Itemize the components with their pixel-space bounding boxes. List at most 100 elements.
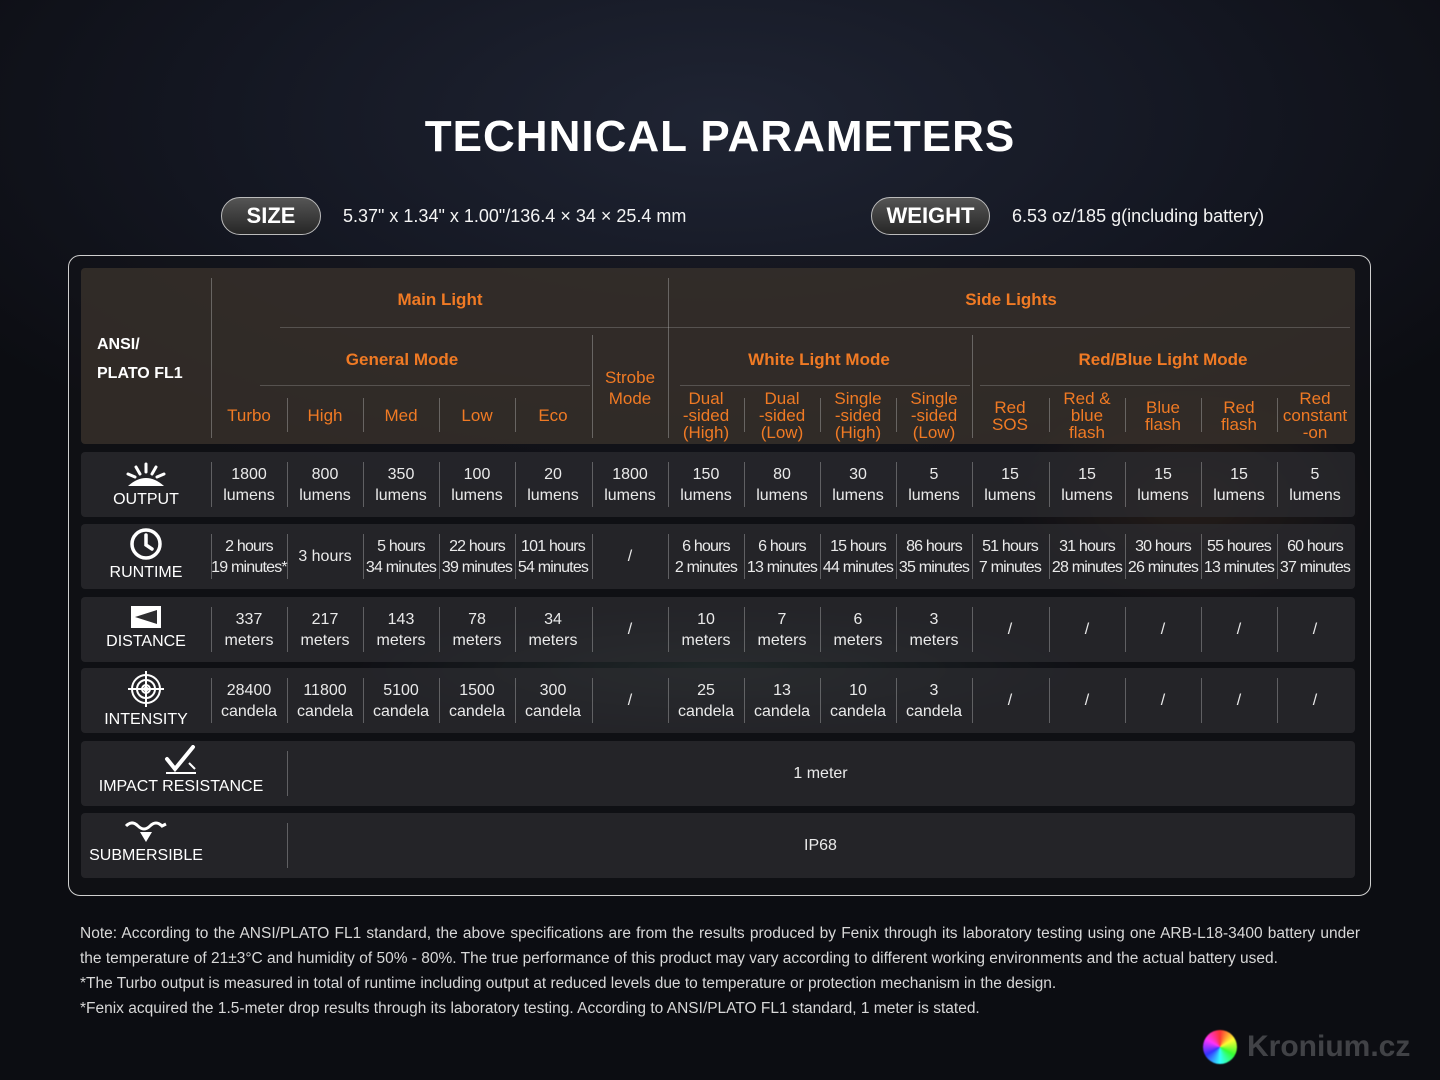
row-divider (744, 462, 745, 507)
distance-cell: 6 meters (833, 610, 883, 649)
row-divider (1125, 678, 1126, 723)
row-divider (1201, 462, 1202, 507)
output-cell: 5 lumens (908, 465, 960, 504)
runtime-cell: 2 hours 19 minutes* (211, 537, 288, 576)
clock-icon (130, 528, 162, 560)
output-cell: 80 lumens (756, 465, 808, 504)
row-divider (1049, 607, 1050, 652)
output-cell: 15 lumens (1213, 465, 1265, 504)
header-rule (680, 385, 970, 386)
runtime-label: RUNTIME (81, 527, 211, 582)
header-rule (670, 327, 1350, 328)
row-divider (363, 607, 364, 652)
column-divider (363, 398, 364, 432)
row-divider (1277, 534, 1278, 579)
column-divider (1049, 398, 1050, 432)
intensity-cell: / (1160, 692, 1166, 709)
column-divider (744, 398, 745, 432)
turbo-footnote: *The Turbo output is measured in total o… (80, 975, 1057, 992)
standard-label: ANSI/ PLATO FL1 (97, 336, 183, 382)
row-divider (896, 678, 897, 723)
intensity-cell: 5100 candela (372, 681, 430, 720)
row-divider (1277, 607, 1278, 652)
column-divider (820, 398, 821, 432)
header-rule (980, 385, 1350, 386)
distance-cell: 10 meters (681, 610, 731, 649)
row-divider (592, 678, 593, 723)
column-header: Red & blue flash (1063, 389, 1111, 442)
footnotes: Note: According to the ANSI/PLATO FL1 st… (80, 921, 1360, 1021)
row-divider (211, 534, 212, 579)
row-divider (668, 678, 669, 723)
row-divider (1277, 678, 1278, 723)
column-header: Eco (538, 406, 568, 425)
column-header: High (307, 406, 343, 425)
output-cell: 150 lumens (680, 465, 732, 504)
row-divider (515, 462, 516, 507)
row-divider (515, 678, 516, 723)
note-text: Note: According to the ANSI/PLATO FL1 st… (80, 925, 1360, 967)
row-divider (211, 462, 212, 507)
runtime-cell: / (627, 548, 633, 565)
water-icon (124, 821, 167, 842)
row-divider (592, 534, 593, 579)
output-cell: 100 lumens (451, 465, 503, 504)
distance-cell: 3 meters (909, 610, 959, 649)
crosshair-icon (128, 671, 164, 707)
row-divider (287, 678, 288, 723)
submersible-value: IP68 (804, 837, 837, 854)
main-light-heading: Main Light (397, 290, 483, 309)
column-divider (439, 398, 440, 432)
row-divider (211, 678, 212, 723)
row-divider (896, 607, 897, 652)
row-divider (972, 678, 973, 723)
output-cell: 1800 lumens (223, 465, 275, 504)
row-divider (439, 607, 440, 652)
distance-label: DISTANCE (81, 604, 211, 651)
column-header: Turbo (227, 406, 271, 425)
column-divider (1201, 398, 1202, 432)
intensity-cell: / (1236, 692, 1242, 709)
strobe-mode-header: Strobe Mode (604, 368, 656, 408)
row-divider (1049, 534, 1050, 579)
distance-cell: 337 meters (224, 610, 274, 649)
column-header: Red flash (1221, 398, 1257, 434)
distance-cell: 7 meters (757, 610, 807, 649)
weight-badge: WEIGHT (871, 197, 990, 235)
column-header: Low (461, 406, 493, 425)
output-cell: 1800 lumens (604, 465, 656, 504)
row-divider (820, 534, 821, 579)
column-divider (287, 398, 288, 432)
row-divider (820, 607, 821, 652)
output-cell: 15 lumens (1137, 465, 1189, 504)
row-divider (1125, 462, 1126, 507)
row-divider (972, 607, 973, 652)
distance-cell: / (1160, 621, 1166, 638)
runtime-cell: 51 hours 7 minutes (978, 537, 1042, 576)
row-divider (896, 462, 897, 507)
redblue-mode-heading: Red/Blue Light Mode (1078, 350, 1248, 369)
column-divider (1277, 398, 1278, 432)
intensity-cell: 11800 candela (296, 681, 354, 720)
page-title: TECHNICAL PARAMETERS (424, 112, 1016, 161)
row-divider (668, 462, 669, 507)
row-divider (972, 534, 973, 579)
runtime-cell: 6 hours 2 minutes (674, 537, 738, 576)
column-divider (896, 398, 897, 432)
intensity-cell: / (1084, 692, 1090, 709)
row-divider (1201, 607, 1202, 652)
row-divider (744, 607, 745, 652)
intensity-cell: / (1312, 692, 1318, 709)
row-divider (439, 534, 440, 579)
row-divider (439, 678, 440, 723)
distance-icon (131, 606, 161, 628)
row-divider (1201, 534, 1202, 579)
distance-cell: / (1312, 621, 1318, 638)
distance-cell: / (1084, 621, 1090, 638)
white-mode-heading: White Light Mode (748, 350, 890, 369)
size-value: 5.37" x 1.34" x 1.00"/136.4 × 34 × 25.4 … (343, 206, 687, 226)
row-divider (1125, 607, 1126, 652)
output-cell: 350 lumens (375, 465, 427, 504)
column-header: Dual -sided (Low) (758, 389, 806, 442)
distance-cell: / (1007, 621, 1013, 638)
